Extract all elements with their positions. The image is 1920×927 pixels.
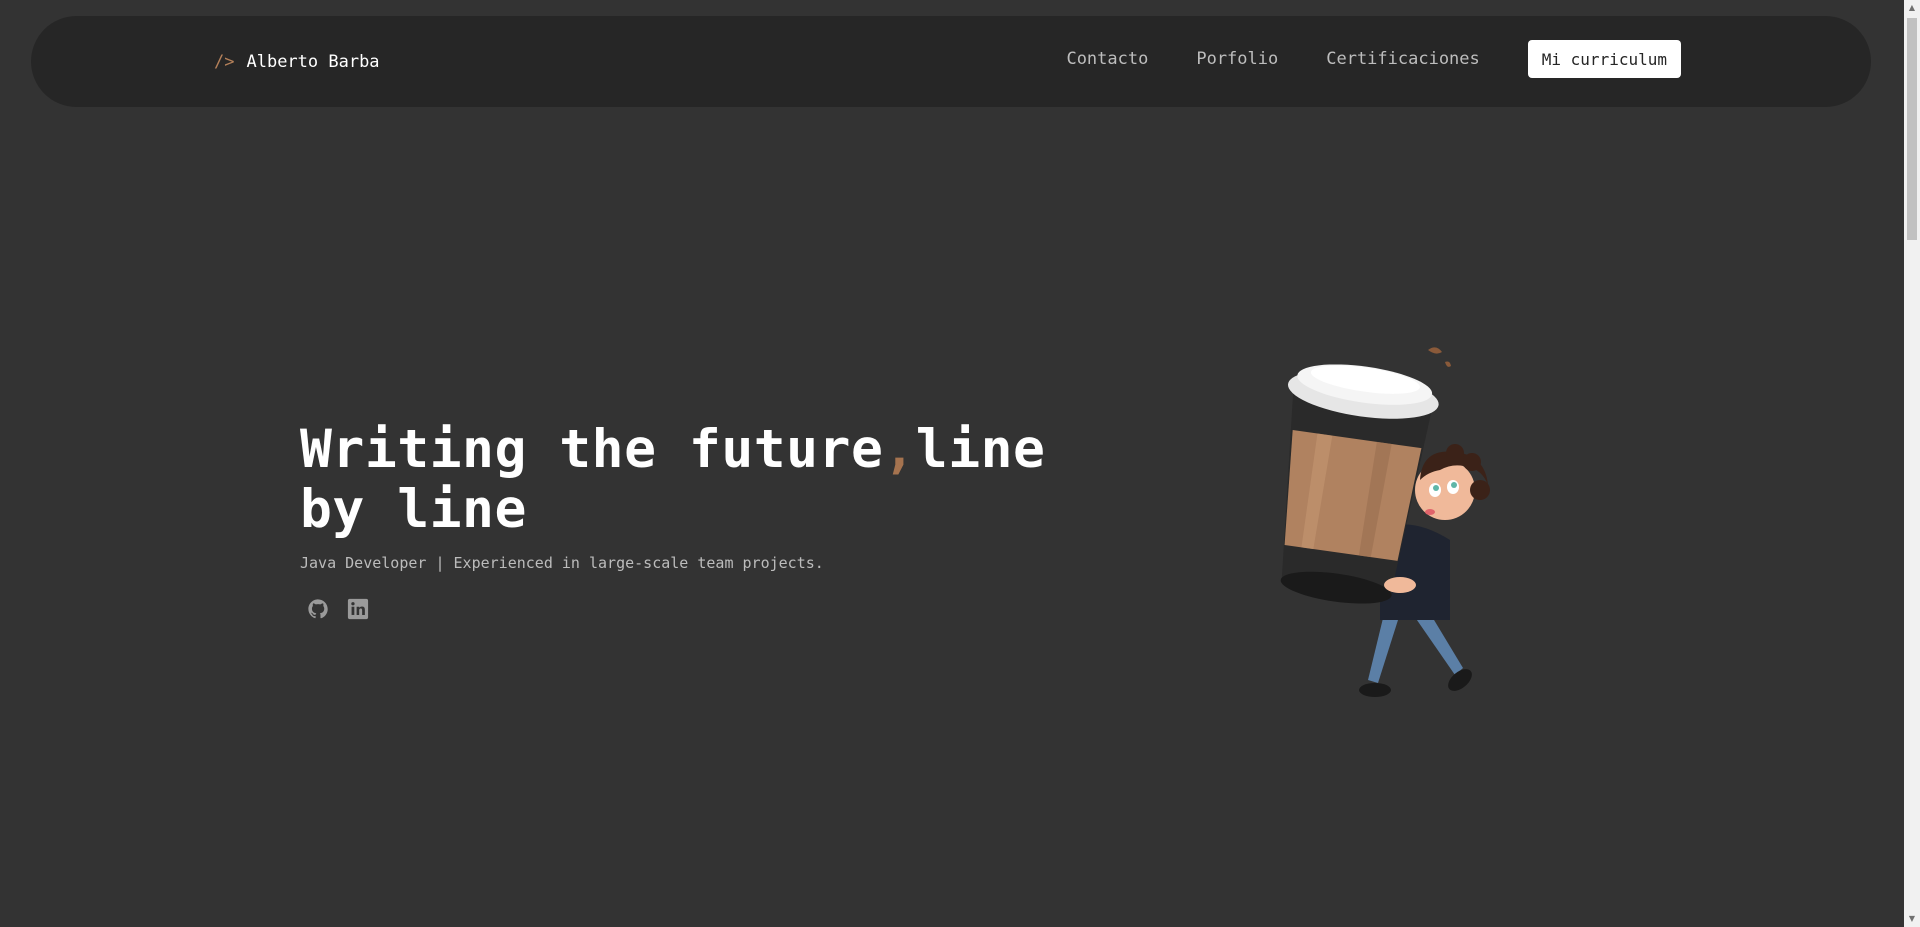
page: /> Alberto Barba Contacto Porfolio Certi…	[0, 0, 1920, 927]
social-links	[307, 598, 369, 620]
brand-logo-link[interactable]: /> Alberto Barba	[214, 52, 380, 72]
navbar: /> Alberto Barba Contacto Porfolio Certi…	[31, 16, 1871, 107]
hero-title-part1: Writing the future	[300, 419, 884, 480]
nav-link-contacto[interactable]: Contacto	[1066, 49, 1148, 69]
github-icon[interactable]	[307, 598, 329, 620]
avatar-carrying-coffee-cup	[1250, 340, 1530, 720]
scrollbar[interactable]: ▲ ▼	[1904, 0, 1920, 927]
brand-mark: />	[214, 52, 235, 72]
nav-link-certificaciones[interactable]: Certificaciones	[1326, 49, 1480, 69]
scroll-up-icon[interactable]: ▲	[1904, 0, 1920, 16]
linkedin-icon[interactable]	[347, 598, 369, 620]
brand-name: Alberto Barba	[246, 52, 380, 72]
curriculum-button[interactable]: Mi curriculum	[1527, 40, 1681, 78]
hero-title-separator: ,	[883, 419, 916, 480]
scroll-thumb[interactable]	[1907, 18, 1917, 240]
hero-title: Writing the future,line by line	[300, 420, 1120, 540]
scroll-down-icon[interactable]: ▼	[1904, 911, 1920, 927]
hero-subtitle: Java Developer | Experienced in large-sc…	[300, 554, 824, 572]
nav-links: Contacto Porfolio Certificaciones Mi cur…	[1066, 40, 1681, 78]
nav-link-porfolio[interactable]: Porfolio	[1196, 49, 1278, 69]
